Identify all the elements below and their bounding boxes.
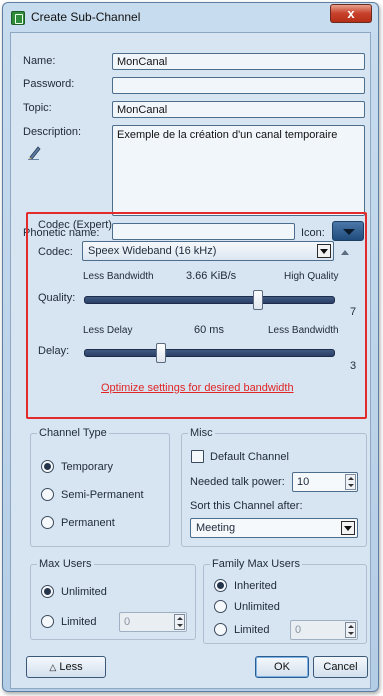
description-textarea[interactable]: Exemple de la création d'un canal tempor… xyxy=(112,125,365,216)
sort-after-dropdown[interactable]: Meeting xyxy=(190,518,358,538)
family-unlimited-label: Unlimited xyxy=(234,601,280,613)
topic-input[interactable]: MonCanal xyxy=(112,101,365,118)
radio-semi-permanent[interactable] xyxy=(41,488,54,501)
family-max-users-title: Family Max Users xyxy=(210,558,303,570)
delay-label: Delay: xyxy=(38,345,70,357)
max-users-limited-value: 0 xyxy=(124,616,131,628)
family-unlimited-radio[interactable] xyxy=(214,600,227,613)
delay-value-text: 60 ms xyxy=(194,324,224,336)
window-title: Create Sub-Channel xyxy=(31,10,141,24)
misc-group: Misc Default Channel Needed talk power: … xyxy=(181,427,367,547)
codec-dropdown[interactable]: Speex Wideband (16 kHz) xyxy=(82,241,334,261)
family-max-users-group: Family Max Users Inherited Unlimited Lim… xyxy=(203,558,367,644)
less-button-label: Less xyxy=(59,661,83,673)
max-users-spinbox[interactable]: 0 xyxy=(119,612,187,632)
description-label: Description: xyxy=(23,126,82,138)
radio-temporary-label: Temporary xyxy=(61,461,113,473)
delay-slider-track[interactable] xyxy=(84,349,335,357)
radio-semi-permanent-label: Semi-Permanent xyxy=(61,489,144,501)
password-label: Password: xyxy=(23,78,75,90)
pencil-icon[interactable] xyxy=(27,144,43,160)
quality-label: Quality: xyxy=(38,292,76,304)
collapse-icon[interactable] xyxy=(341,250,349,255)
max-users-unlimited-radio[interactable] xyxy=(41,585,54,598)
triangle-up-icon: △ xyxy=(49,662,57,672)
title-bar: Create Sub-Channel x xyxy=(3,3,378,31)
max-users-limited-label: Limited xyxy=(61,616,97,628)
delay-min-label: Less Delay xyxy=(83,325,133,336)
delay-max-label: Less Bandwidth xyxy=(268,325,339,336)
sort-after-label: Sort this Channel after: xyxy=(190,500,303,512)
family-limited-value: 0 xyxy=(295,624,302,636)
quality-min-label: Less Bandwidth xyxy=(83,271,154,282)
talk-power-value: 10 xyxy=(297,476,310,488)
channel-type-title: Channel Type xyxy=(37,427,109,439)
talk-power-spinbox[interactable]: 10 xyxy=(292,472,358,492)
chevron-down-icon[interactable] xyxy=(341,521,355,535)
quality-slider-track[interactable] xyxy=(84,296,335,304)
family-limited-label: Limited xyxy=(234,624,270,636)
cancel-button-label: Cancel xyxy=(323,661,358,673)
ok-button-label: OK xyxy=(274,661,290,673)
codec-section: Codec (Expert) Codec: Speex Wideband (16… xyxy=(26,212,367,419)
quality-bitrate: 3.66 KiB/s xyxy=(186,270,237,282)
password-input[interactable] xyxy=(112,77,365,94)
quality-value: 7 xyxy=(350,306,357,318)
chevron-down-icon[interactable] xyxy=(317,244,331,258)
radio-permanent-label: Permanent xyxy=(61,517,115,529)
topic-label: Topic: xyxy=(23,102,52,114)
codec-label: Codec: xyxy=(38,246,73,258)
max-users-unlimited-label: Unlimited xyxy=(61,586,107,598)
name-label: Name: xyxy=(23,55,56,67)
talk-power-label: Needed talk power: xyxy=(190,476,285,488)
close-button[interactable]: x xyxy=(330,4,372,23)
delay-value: 3 xyxy=(350,360,357,372)
channel-type-group: Channel Type Temporary Semi-Permanent Pe… xyxy=(30,427,170,547)
family-max-users-spinbox[interactable]: 0 xyxy=(290,620,358,640)
cancel-button[interactable]: Cancel xyxy=(313,656,368,678)
optimize-bandwidth-link[interactable]: Optimize settings for desired bandwidth xyxy=(101,382,294,394)
ok-button[interactable]: OK xyxy=(255,656,309,678)
misc-title: Misc xyxy=(188,427,215,439)
name-input[interactable]: MonCanal xyxy=(112,53,365,70)
quality-max-label: High Quality xyxy=(284,271,339,282)
max-users-group: Max Users Unlimited Limited 0 xyxy=(30,558,196,640)
family-inherited-label: Inherited xyxy=(234,580,277,592)
less-button[interactable]: △ Less xyxy=(26,656,106,678)
codec-section-title: Codec (Expert) xyxy=(38,219,112,231)
radio-permanent[interactable] xyxy=(41,516,54,529)
max-users-limited-radio[interactable] xyxy=(41,615,54,628)
default-channel-checkbox[interactable] xyxy=(191,450,204,463)
stepper-arrows-icon[interactable] xyxy=(345,474,356,490)
sort-after-value: Meeting xyxy=(196,522,236,534)
app-icon xyxy=(11,11,25,25)
radio-temporary[interactable] xyxy=(41,460,54,473)
delay-slider-thumb[interactable] xyxy=(156,343,167,363)
family-inherited-radio[interactable] xyxy=(214,579,227,592)
stepper-arrows-icon[interactable] xyxy=(345,622,356,638)
default-channel-label: Default Channel xyxy=(210,451,289,463)
max-users-title: Max Users xyxy=(37,558,94,570)
quality-slider-thumb[interactable] xyxy=(252,290,263,310)
codec-dropdown-value: Speex Wideband (16 kHz) xyxy=(88,245,217,257)
family-limited-radio[interactable] xyxy=(214,623,227,636)
dialog-window: Create Sub-Channel x Name: MonCanal Pass… xyxy=(2,2,379,692)
stepper-arrows-icon[interactable] xyxy=(174,614,185,630)
